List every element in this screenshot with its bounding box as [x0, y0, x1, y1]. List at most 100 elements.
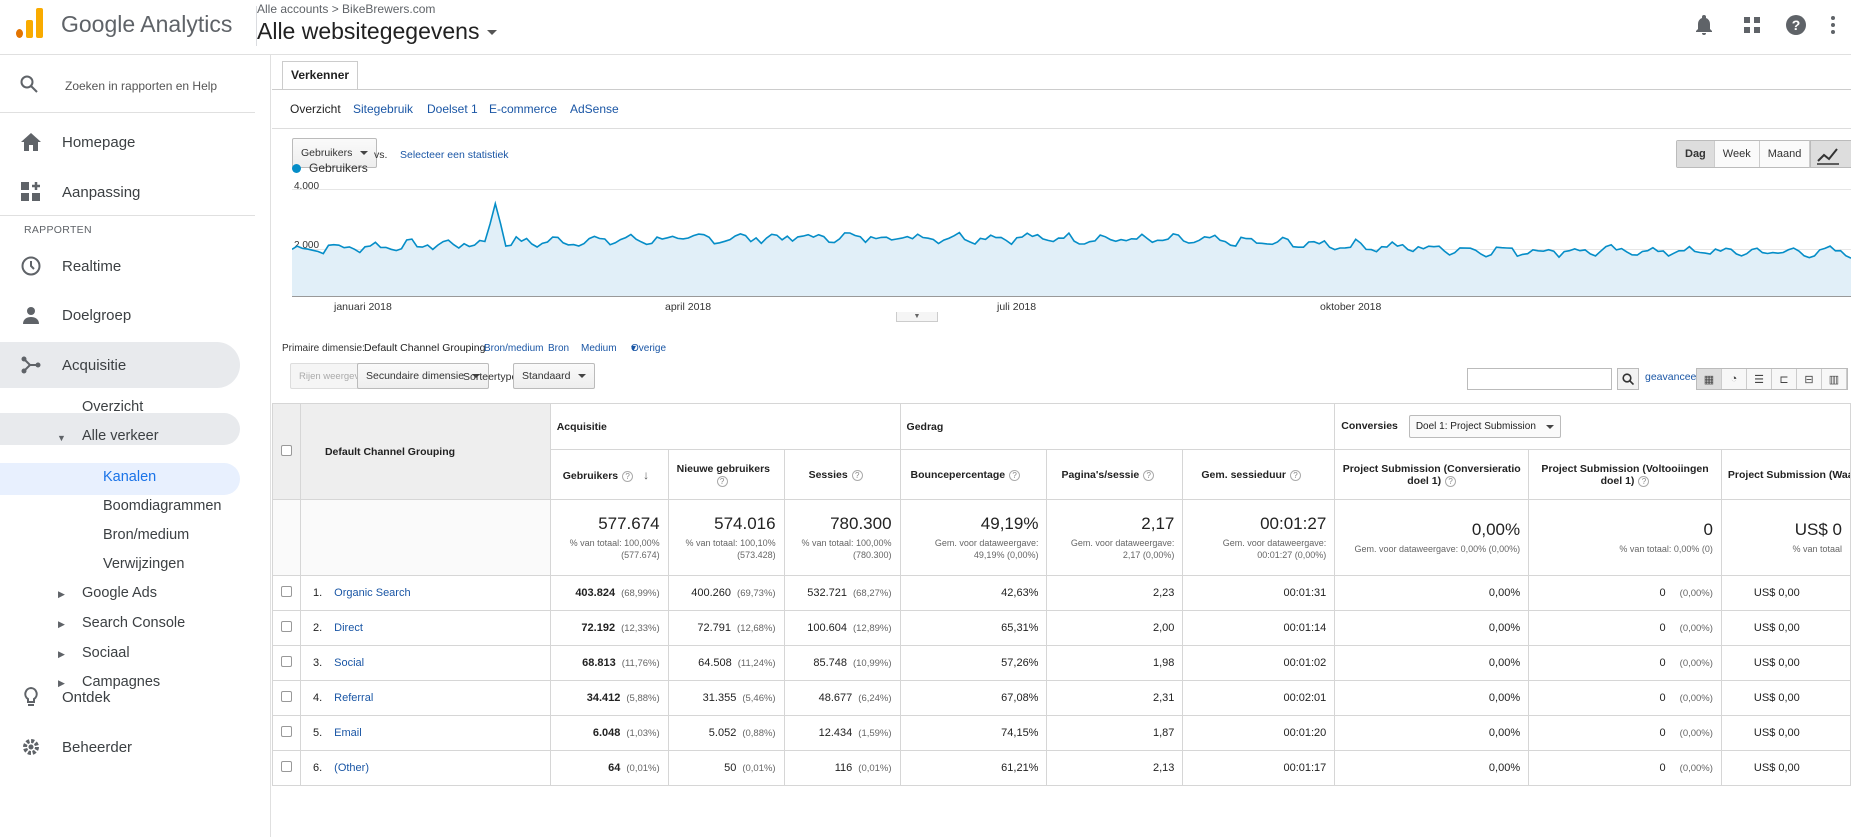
caret-right-icon[interactable]: ▶	[58, 619, 65, 630]
sidebar-item-acquisitie[interactable]: Acquisitie	[0, 342, 240, 388]
subtab-adsense[interactable]: AdSense	[570, 102, 619, 116]
breadcrumb[interactable]: Alle accounts > BikeBrewers.com	[257, 2, 435, 16]
caret-right-icon[interactable]: ▶	[58, 589, 65, 600]
dimension-bron-medium[interactable]: Bron/medium	[484, 343, 543, 354]
sidebar-item-doelgroep[interactable]: Doelgroep	[0, 292, 255, 338]
col-bouncepercentage[interactable]: Bouncepercentage?	[899, 449, 1048, 500]
help-icon[interactable]: ?	[1783, 12, 1809, 38]
users-cell: 34.412 (5,88%)	[549, 680, 669, 716]
channel-link[interactable]: Direct	[334, 622, 363, 634]
session-duration-cell: 00:01:02	[1182, 645, 1336, 681]
total-cell: 780.300 % van totaal: 100,00% (780.300)	[783, 499, 901, 576]
total-sub: % van totaal: 100,00% (577.674)	[569, 538, 660, 560]
sessions-cell: 12.434 (1,59%)	[783, 715, 901, 751]
help-icon[interactable]: ?	[1638, 475, 1650, 487]
subtab-sitegebruik[interactable]: Sitegebruik	[353, 102, 413, 116]
caret-down-icon[interactable]: ▼	[57, 433, 66, 443]
col-sessies[interactable]: Sessies?	[783, 449, 901, 500]
help-icon[interactable]: ?	[1009, 469, 1021, 481]
help-icon[interactable]: ?	[1290, 469, 1302, 481]
goal-select[interactable]: Doel 1: Project Submission	[1408, 415, 1561, 438]
pivot-view-icon[interactable]: ▥	[1822, 369, 1847, 389]
channel-link[interactable]: Organic Search	[334, 587, 410, 599]
help-icon[interactable]: ?	[1143, 469, 1155, 481]
sidebar-sub-google-ads[interactable]: Google Ads	[82, 585, 157, 601]
comparison-view-icon[interactable]: ⊏	[1772, 369, 1797, 389]
row-checkbox[interactable]	[280, 621, 292, 632]
dimension-overige[interactable]: Overige ▾	[631, 343, 666, 354]
channel-cell: 6. (Other)	[299, 750, 551, 786]
sidebar-item-ontdek[interactable]: Ontdek	[0, 674, 255, 720]
sidebar-item-homepage[interactable]: Homepage	[0, 119, 255, 165]
sort-select[interactable]: Standaard	[513, 363, 596, 389]
table-search-button[interactable]	[1617, 368, 1639, 390]
col-label: Nieuwe gebruikers	[676, 462, 771, 475]
col-paginas-sessie[interactable]: Pagina's/sessie?	[1046, 449, 1184, 500]
total-sub: Gem. voor dataweergave: 0,00% (0,00%)	[1354, 544, 1521, 554]
sidebar-sub-sociaal[interactable]: Sociaal	[82, 645, 130, 661]
view-selector[interactable]: Alle websitegegevens	[257, 18, 498, 45]
col-sessieduur[interactable]: Gem. sessieduur?	[1182, 449, 1336, 500]
performance-view-icon[interactable]: ☰	[1747, 369, 1772, 389]
select-metric-link[interactable]: Selecteer een statistiek	[400, 149, 509, 161]
row-checkbox[interactable]	[280, 691, 292, 702]
apps-grid-icon[interactable]	[1739, 12, 1765, 38]
term-cloud-icon[interactable]: ⊟	[1797, 369, 1822, 389]
col-voltooiingen[interactable]: Project Submission (Voltooiingen doel 1)…	[1528, 449, 1722, 500]
sessions-cell: 532.721 (68,27%)	[783, 575, 901, 611]
total-value: 49,19%	[980, 514, 1039, 533]
subtab-doelset[interactable]: Doelset 1	[427, 102, 478, 116]
row-checkbox[interactable]	[280, 726, 292, 737]
pie-view-icon[interactable]: ◔	[1722, 369, 1747, 389]
more-vert-icon[interactable]	[1820, 12, 1846, 38]
report-search[interactable]: Zoeken in rapporten en Help	[0, 55, 255, 113]
col-nieuwe-gebruikers[interactable]: Nieuwe gebruikers?	[667, 449, 785, 500]
help-icon[interactable]: ?	[1445, 475, 1457, 487]
tab-verkenner[interactable]: Verkenner	[282, 61, 359, 89]
sidebar-sub-boomdiagrammen[interactable]: Boomdiagrammen	[103, 498, 221, 514]
new-users-cell: 5.052 (0,88%)	[667, 715, 785, 751]
pages-per-session-cell: 1,87	[1046, 715, 1184, 751]
col-conversieratio[interactable]: Project Submission (Conversieratio doel …	[1334, 449, 1530, 500]
sidebar-sub-kanalen[interactable]: Kanalen	[103, 469, 156, 485]
col-waarde[interactable]: Project Submission (Waarde doel 1)	[1720, 449, 1851, 500]
dim-header[interactable]: Default Channel Grouping	[299, 403, 551, 500]
channel-link[interactable]: Referral	[334, 692, 373, 704]
help-icon[interactable]: ?	[851, 469, 863, 481]
sidebar-sub-search-console[interactable]: Search Console	[82, 615, 185, 631]
row-checkbox[interactable]	[280, 656, 292, 667]
caret-right-icon[interactable]: ▶	[58, 649, 65, 660]
period-month-button[interactable]: Maand	[1760, 141, 1811, 167]
sidebar-item-beheerder[interactable]: Beheerder	[0, 724, 255, 770]
subtab-ecommerce[interactable]: E-commerce	[489, 102, 557, 116]
sidebar-sub-bron-medium[interactable]: Bron/medium	[103, 527, 189, 543]
bell-icon[interactable]	[1691, 12, 1717, 38]
sidebar-item-aanpassing[interactable]: Aanpassing	[0, 169, 255, 215]
sidebar-sub-verwijzingen[interactable]: Verwijzingen	[103, 556, 184, 572]
row-checkbox[interactable]	[280, 761, 292, 772]
gear-icon	[20, 736, 42, 758]
subtab-overzicht[interactable]: Overzicht	[290, 102, 341, 116]
sidebar-item-realtime[interactable]: Realtime	[0, 243, 255, 289]
row-checkbox[interactable]	[280, 586, 292, 597]
channel-link[interactable]: (Other)	[334, 762, 369, 774]
help-icon[interactable]: ?	[716, 475, 728, 487]
table-filter-input[interactable]	[1467, 368, 1612, 390]
dimension-medium[interactable]: Medium	[581, 343, 617, 354]
select-all-checkbox[interactable]	[280, 444, 292, 456]
line-chart-toggle[interactable]	[1810, 140, 1851, 168]
channel-link[interactable]: Social	[334, 657, 364, 669]
col-gebruikers[interactable]: Gebruikers? ↓	[549, 449, 669, 500]
row-checkbox-cell	[272, 750, 301, 786]
channel-link[interactable]: Email	[334, 727, 362, 739]
bounce-cell: 67,08%	[899, 680, 1048, 716]
chart-collapse-handle[interactable]: ▼	[896, 312, 938, 322]
bounce-cell: 61,21%	[899, 750, 1048, 786]
row-index: 5.	[312, 727, 323, 739]
period-week-button[interactable]: Week	[1715, 141, 1760, 167]
help-icon[interactable]: ?	[622, 470, 634, 482]
table-view-icon[interactable]: ▦	[1697, 369, 1722, 389]
sidebar-sub-alle-verkeer[interactable]: Alle verkeer	[82, 428, 159, 444]
dimension-bron[interactable]: Bron	[548, 343, 569, 354]
period-day-button[interactable]: Dag	[1677, 141, 1715, 167]
